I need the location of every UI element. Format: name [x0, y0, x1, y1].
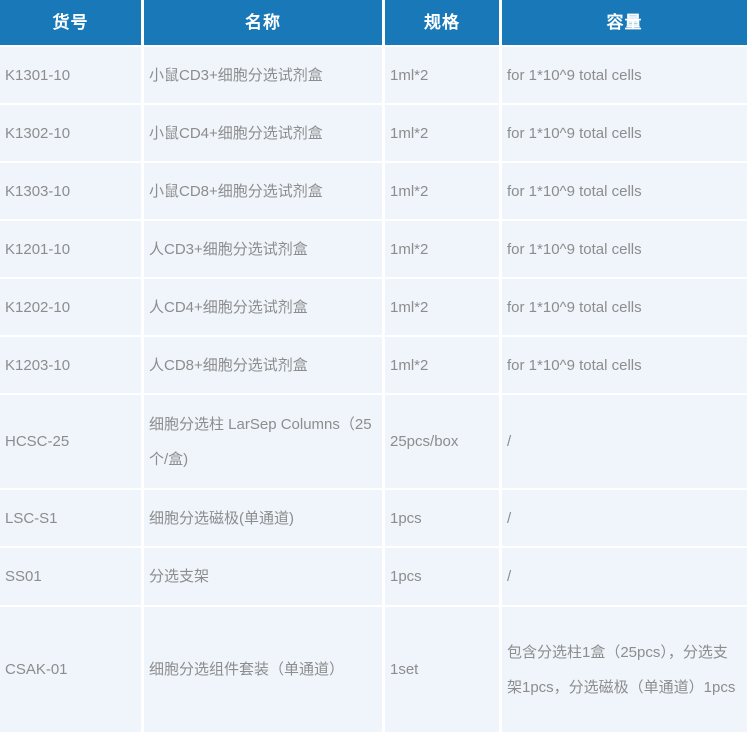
- cell-capacity: /: [502, 548, 747, 607]
- cell-name: 细胞分选磁极(单通道): [144, 490, 385, 548]
- cell-name: 细胞分选柱 LarSep Columns（25个/盒): [144, 395, 385, 490]
- cell-spec: 1ml*2: [385, 163, 502, 221]
- column-header-capacity: 容量: [502, 0, 747, 47]
- cell-sku: CSAK-01: [0, 607, 144, 734]
- cell-name: 人CD4+细胞分选试剂盒: [144, 279, 385, 337]
- cell-name: 细胞分选组件套装（单通道）: [144, 607, 385, 734]
- cell-sku: K1201-10: [0, 221, 144, 279]
- cell-spec: 1ml*2: [385, 337, 502, 395]
- cell-sku: K1303-10: [0, 163, 144, 221]
- cell-sku: SS01: [0, 548, 144, 607]
- cell-capacity: for 1*10^9 total cells: [502, 105, 747, 163]
- cell-name: 分选支架: [144, 548, 385, 607]
- column-header-sku: 货号: [0, 0, 144, 47]
- cell-sku: LSC-S1: [0, 490, 144, 548]
- cell-spec: 1pcs: [385, 490, 502, 548]
- cell-capacity: for 1*10^9 total cells: [502, 337, 747, 395]
- cell-capacity: /: [502, 490, 747, 548]
- cell-capacity: /: [502, 395, 747, 490]
- cell-name: 人CD8+细胞分选试剂盒: [144, 337, 385, 395]
- cell-sku: K1302-10: [0, 105, 144, 163]
- cell-spec: 1pcs: [385, 548, 502, 607]
- product-table: 货号 名称 规格 容量 K1301-10 小鼠CD3+细胞分选试剂盒 1ml*2…: [0, 0, 747, 734]
- cell-sku: K1301-10: [0, 47, 144, 105]
- cell-name: 小鼠CD8+细胞分选试剂盒: [144, 163, 385, 221]
- column-header-name: 名称: [144, 0, 385, 47]
- cell-spec: 1ml*2: [385, 47, 502, 105]
- cell-name: 小鼠CD4+细胞分选试剂盒: [144, 105, 385, 163]
- cell-capacity: for 1*10^9 total cells: [502, 221, 747, 279]
- cell-capacity: for 1*10^9 total cells: [502, 279, 747, 337]
- cell-spec: 25pcs/box: [385, 395, 502, 490]
- cell-capacity: 包含分选柱1盒（25pcs），分选支架1pcs，分选磁极（单通道）1pcs: [502, 607, 747, 734]
- cell-spec: 1ml*2: [385, 105, 502, 163]
- cell-sku: K1202-10: [0, 279, 144, 337]
- cell-spec: 1ml*2: [385, 279, 502, 337]
- cell-name: 小鼠CD3+细胞分选试剂盒: [144, 47, 385, 105]
- cell-capacity: for 1*10^9 total cells: [502, 163, 747, 221]
- cell-capacity: for 1*10^9 total cells: [502, 47, 747, 105]
- cell-sku: K1203-10: [0, 337, 144, 395]
- cell-spec: 1ml*2: [385, 221, 502, 279]
- column-header-spec: 规格: [385, 0, 502, 47]
- cell-spec: 1set: [385, 607, 502, 734]
- cell-sku: HCSC-25: [0, 395, 144, 490]
- cell-name: 人CD3+细胞分选试剂盒: [144, 221, 385, 279]
